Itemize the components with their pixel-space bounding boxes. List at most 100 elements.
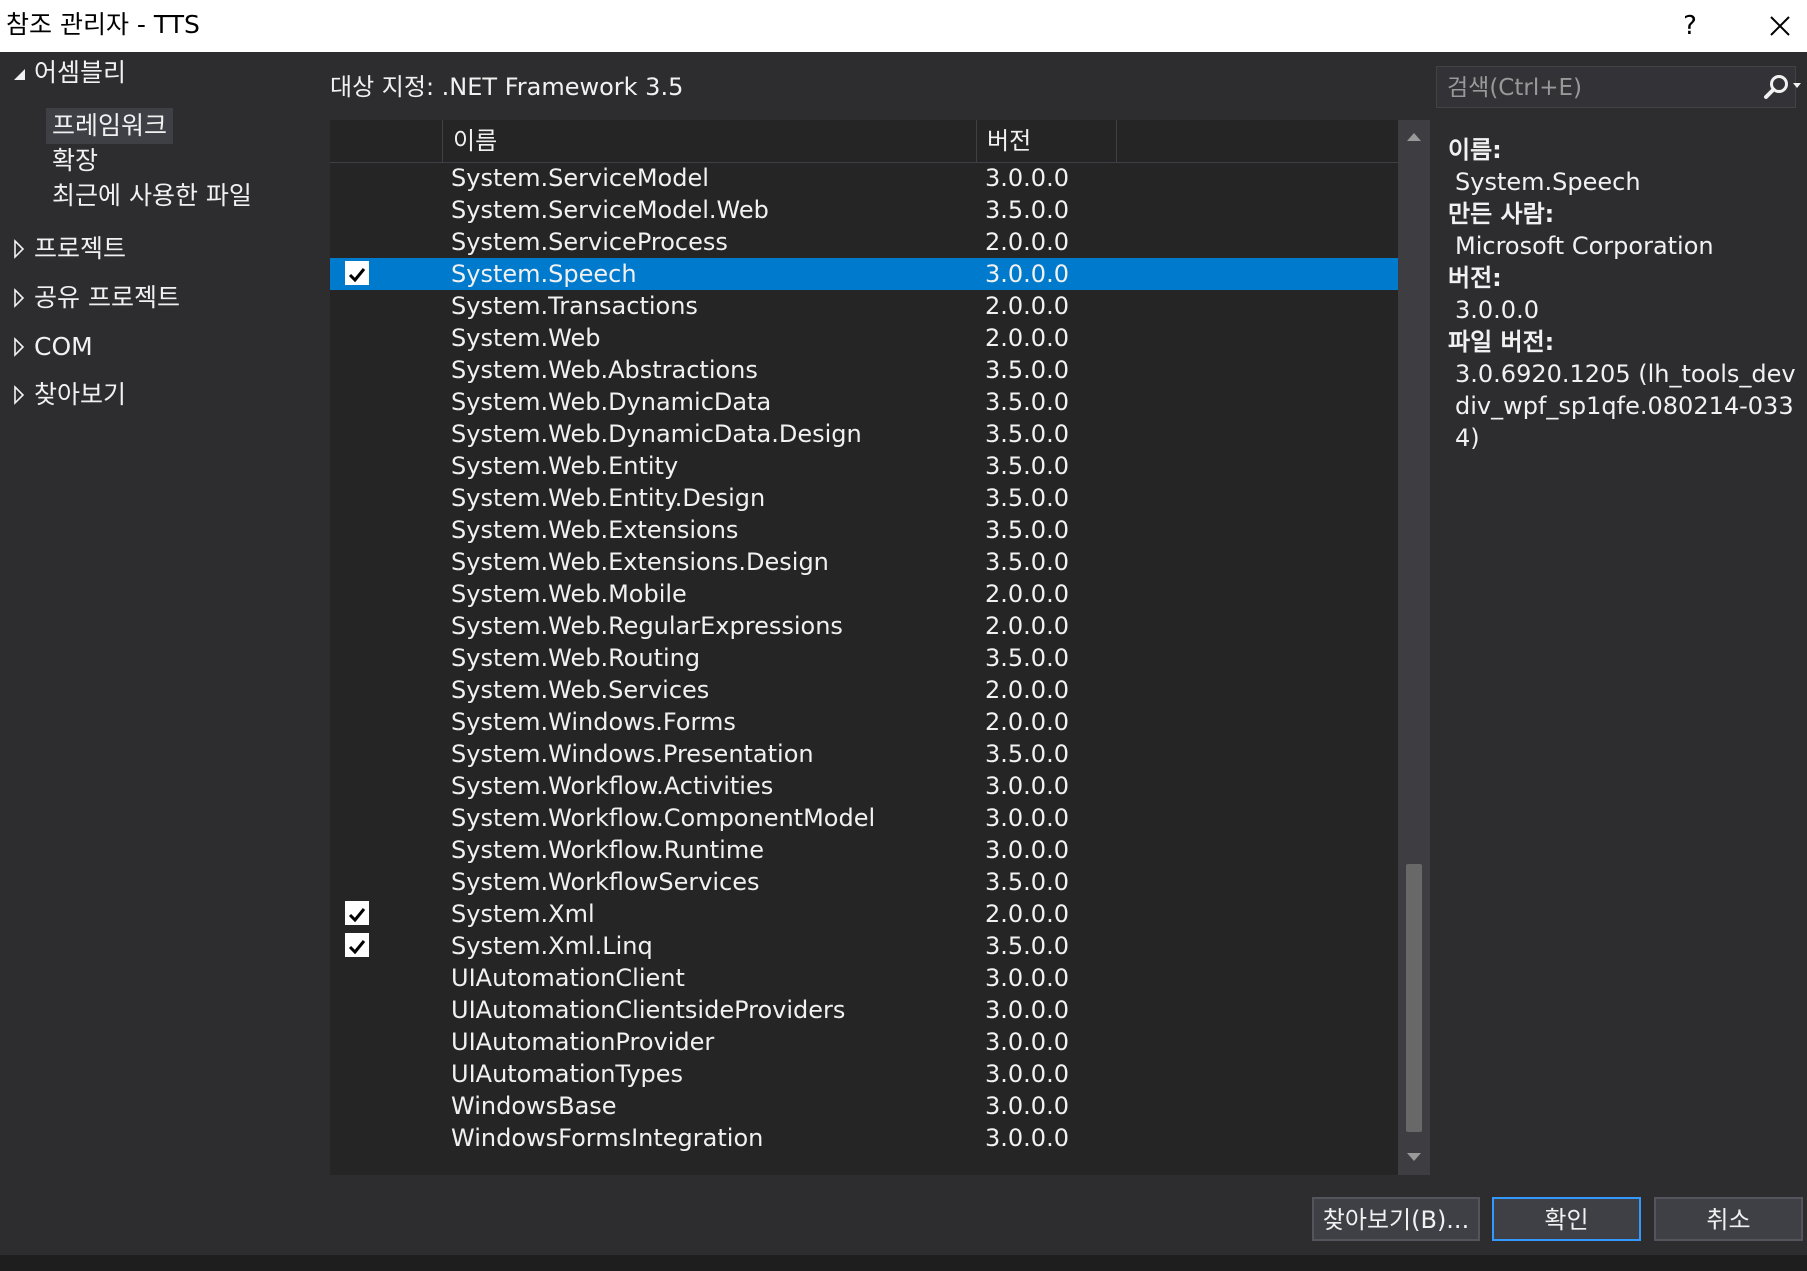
ok-button[interactable]: 확인 [1492,1197,1641,1241]
row-version: 3.5.0.0 [985,644,1069,672]
vertical-scrollbar[interactable] [1398,120,1430,1175]
chevron-down-icon[interactable] [1793,83,1801,89]
row-name: System.Web.Mobile [451,580,687,608]
cancel-button[interactable]: 취소 [1654,1197,1803,1241]
row-version: 3.5.0.0 [985,388,1069,416]
row-version: 2.0.0.0 [985,612,1069,640]
row-name: System.Web.Abstractions [451,356,758,384]
table-row[interactable]: System.Workflow.ComponentModel 3.0.0.0 [330,802,1398,834]
search-input[interactable] [1445,69,1749,107]
row-name: System.Web [451,324,601,352]
triangle-right-icon [14,239,25,259]
table-row[interactable]: System.Speech 3.0.0.0 [330,258,1398,290]
table-row[interactable]: WindowsBase 3.0.0.0 [330,1090,1398,1122]
table-row[interactable]: System.Web.Abstractions 3.5.0.0 [330,354,1398,386]
sidebar-item-framework[interactable]: 프레임워크 [46,108,174,144]
table-row[interactable]: System.Workflow.Runtime 3.0.0.0 [330,834,1398,866]
table-row[interactable]: System.WorkflowServices 3.5.0.0 [330,866,1398,898]
scroll-track[interactable] [1398,150,1430,1140]
row-version: 3.0.0.0 [985,772,1069,800]
table-row[interactable]: System.Web.Entity 3.5.0.0 [330,450,1398,482]
sidebar-item-recent[interactable]: 최근에 사용한 파일 [46,178,258,214]
row-version: 3.5.0.0 [985,196,1069,224]
table-row[interactable]: System.Web.RegularExpressions 2.0.0.0 [330,610,1398,642]
row-name: System.Workflow.Runtime [451,836,764,864]
column-header-name[interactable]: 이름 [443,120,977,162]
row-name: WindowsFormsIntegration [451,1124,764,1152]
detail-version-value: 3.0.0.0 [1455,296,1539,324]
table-row[interactable]: System.Web.DynamicData.Design 3.5.0.0 [330,418,1398,450]
row-name: System.Workflow.Activities [451,772,774,800]
row-version: 2.0.0.0 [985,900,1069,928]
row-checkbox[interactable] [345,933,369,957]
search-icon[interactable] [1762,73,1790,101]
row-name: UIAutomationProvider [451,1028,715,1056]
column-header-version[interactable]: 버전 [977,120,1117,162]
close-button[interactable] [1760,6,1800,46]
table-row[interactable]: WindowsFormsIntegration 3.0.0.0 [330,1122,1398,1154]
scroll-thumb[interactable] [1406,864,1422,1132]
row-version: 2.0.0.0 [985,228,1069,256]
table-row[interactable]: UIAutomationClientsideProviders 3.0.0.0 [330,994,1398,1026]
table-row[interactable]: UIAutomationTypes 3.0.0.0 [330,1058,1398,1090]
row-checkbox[interactable] [345,901,369,925]
row-name: System.Transactions [451,292,698,320]
detail-file-version-label: 파일 버전: [1448,328,1555,356]
row-name: System.Windows.Forms [451,708,736,736]
list-header: 이름 버전 [330,120,1398,163]
table-row[interactable]: System.Transactions 2.0.0.0 [330,290,1398,322]
table-row[interactable]: UIAutomationProvider 3.0.0.0 [330,1026,1398,1058]
details-panel: 이름: System.Speech 만든 사람: Microsoft Corpo… [1448,134,1807,454]
table-row[interactable]: System.Web.Entity.Design 3.5.0.0 [330,482,1398,514]
row-name: System.Web.Services [451,676,710,704]
table-row[interactable]: System.Web.Extensions 3.5.0.0 [330,514,1398,546]
help-button[interactable]: ? [1670,6,1710,46]
window-title: 참조 관리자 - TTS [6,10,200,39]
column-header-name-label: 이름 [453,127,498,155]
detail-author-label: 만든 사람: [1448,200,1555,228]
triangle-right-icon [14,288,25,308]
row-name: System.WorkflowServices [451,868,760,896]
table-row[interactable]: System.ServiceProcess 2.0.0.0 [330,226,1398,258]
table-row[interactable]: System.Web.Mobile 2.0.0.0 [330,578,1398,610]
row-version: 2.0.0.0 [985,324,1069,352]
row-name: System.Speech [451,260,637,288]
table-row[interactable]: System.Windows.Presentation 3.5.0.0 [330,738,1398,770]
table-row[interactable]: System.Web.DynamicData 3.5.0.0 [330,386,1398,418]
row-version: 2.0.0.0 [985,580,1069,608]
sidebar-item-extensions[interactable]: 확장 [46,143,104,179]
column-header-check[interactable] [330,120,443,162]
checkmark-icon [348,268,366,283]
table-row[interactable]: System.ServiceModel.Web 3.5.0.0 [330,194,1398,226]
table-row[interactable]: System.Windows.Forms 2.0.0.0 [330,706,1398,738]
title-bar: 참조 관리자 - TTS ? [0,0,1807,52]
row-version: 3.5.0.0 [985,452,1069,480]
table-row[interactable]: System.Xml 2.0.0.0 [330,898,1398,930]
reference-list: 이름 버전 System.ServiceModel 3.0.0.0 System.S… [330,120,1398,1175]
triangle-right-icon [14,337,25,357]
table-row[interactable]: UIAutomationClient 3.0.0.0 [330,962,1398,994]
row-name: System.Windows.Presentation [451,740,814,768]
sidebar-item-label: 어셈블리 [34,58,127,87]
table-row[interactable]: System.Web.Extensions.Design 3.5.0.0 [330,546,1398,578]
row-name: System.Web.DynamicData [451,388,772,416]
detail-name-label: 이름: [1448,136,1502,164]
row-name: UIAutomationClientsideProviders [451,996,846,1024]
row-version: 3.5.0.0 [985,516,1069,544]
table-row[interactable]: System.Web.Routing 3.5.0.0 [330,642,1398,674]
browse-button[interactable]: 찾아보기(B)... [1312,1197,1480,1241]
table-row[interactable]: System.Xml.Linq 3.5.0.0 [330,930,1398,962]
row-name: WindowsBase [451,1092,617,1120]
scroll-up-icon[interactable] [1398,124,1430,148]
scroll-down-icon[interactable] [1398,1146,1430,1170]
row-name: System.ServiceModel.Web [451,196,769,224]
table-row[interactable]: System.ServiceModel 3.0.0.0 [330,162,1398,194]
table-row[interactable]: System.Web.Services 2.0.0.0 [330,674,1398,706]
row-checkbox[interactable] [345,261,369,285]
row-name: System.ServiceProcess [451,228,728,256]
row-version: 3.5.0.0 [985,356,1069,384]
row-name: UIAutomationTypes [451,1060,684,1088]
table-row[interactable]: System.Web 2.0.0.0 [330,322,1398,354]
row-version: 3.0.0.0 [985,1124,1069,1152]
table-row[interactable]: System.Workflow.Activities 3.0.0.0 [330,770,1398,802]
